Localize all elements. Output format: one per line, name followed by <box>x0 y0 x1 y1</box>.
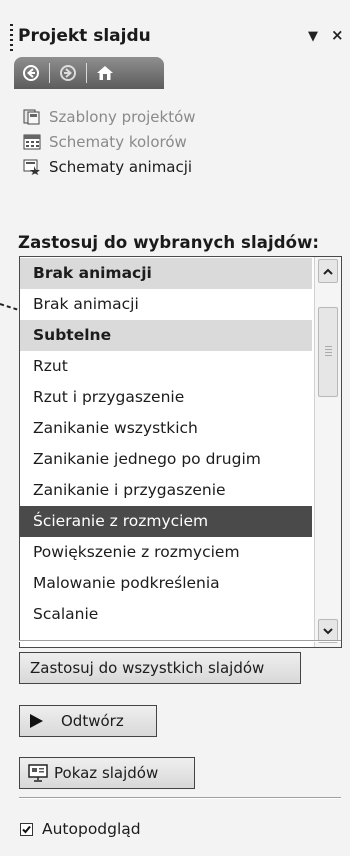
scroll-thumb[interactable] <box>318 307 338 397</box>
pane-menu-dropdown-icon[interactable]: ▼ <box>308 29 318 44</box>
divider <box>19 640 341 642</box>
list-item[interactable]: Rzut i przygaszenie <box>20 382 312 413</box>
slide-show-button[interactable]: Pokaz slajdów <box>19 757 195 789</box>
link-label: Szablony projektów <box>49 108 196 126</box>
link-color-schemes[interactable]: Schematy kolorów <box>23 133 187 151</box>
list-group-header: Brak animacji <box>20 258 312 289</box>
slide-show-label: Pokaz slajdów <box>54 764 159 782</box>
list-item[interactable]: Brak animacji <box>20 289 312 320</box>
list-item[interactable]: Rzut <box>20 351 312 382</box>
back-button[interactable] <box>20 62 42 84</box>
link-label: Schematy animacji <box>49 158 193 176</box>
nav-separator <box>49 63 50 83</box>
chevron-up-icon <box>323 268 333 275</box>
color-schemes-icon <box>23 134 41 150</box>
list-item[interactable]: Powiększenie z rozmyciem <box>20 537 312 568</box>
nav-separator <box>86 63 87 83</box>
design-templates-icon <box>23 109 41 125</box>
list-item[interactable]: Malowanie podkreślenia <box>20 568 312 599</box>
list-item[interactable]: Ścieranie z rozmyciem <box>20 506 312 537</box>
link-animation-schemes[interactable]: Schematy animacji <box>23 158 192 176</box>
play-button[interactable]: Odtwórz <box>19 705 157 737</box>
autopreview-option[interactable]: Autopodgląd <box>20 820 141 838</box>
home-icon <box>97 66 113 80</box>
list-group-header: Subtelne <box>20 320 312 351</box>
link-design-templates[interactable]: Szablony projektów <box>23 108 196 126</box>
back-arrow-icon <box>23 65 39 81</box>
animation-schemes-icon <box>23 159 41 175</box>
pane-title: Projekt slajdu <box>18 26 151 46</box>
list-item[interactable]: Scalanie <box>20 599 312 630</box>
autopreview-checkbox[interactable] <box>20 822 33 836</box>
slide-show-icon <box>28 764 48 782</box>
list-item[interactable]: Zanikanie jednego po drugim <box>20 444 312 475</box>
divider <box>19 797 341 799</box>
apply-to-all-slides-button[interactable]: Zastosuj do wszystkich slajdów <box>19 652 301 684</box>
autopreview-label: Autopodgląd <box>42 820 141 838</box>
pane-grip[interactable] <box>10 24 13 54</box>
play-icon <box>30 714 43 728</box>
close-icon[interactable]: × <box>331 26 344 44</box>
list-item[interactable]: Zanikanie i przygaszenie <box>20 475 312 506</box>
animation-scheme-list[interactable]: Brak animacji Brak animacji Subtelne Rzut Rz… <box>19 256 342 648</box>
apply-to-selected-label: Zastosuj do wybranych slajdów: <box>18 233 320 252</box>
link-label: Schematy kolorów <box>49 133 187 151</box>
play-label: Odtwórz <box>61 712 124 730</box>
list-scrollbar[interactable] <box>314 257 341 647</box>
checkmark-icon <box>22 825 31 833</box>
forward-button[interactable] <box>57 62 79 84</box>
forward-arrow-icon <box>60 65 76 81</box>
scroll-up-button[interactable] <box>318 259 338 283</box>
pane-navigation-bar <box>14 57 164 89</box>
list-item[interactable]: Zanikanie wszystkich <box>20 413 312 444</box>
slide-design-pane: Projekt slajdu ▼ × Szablony projektów Sc… <box>0 0 350 856</box>
home-button[interactable] <box>94 62 116 84</box>
chevron-down-icon <box>323 627 333 634</box>
